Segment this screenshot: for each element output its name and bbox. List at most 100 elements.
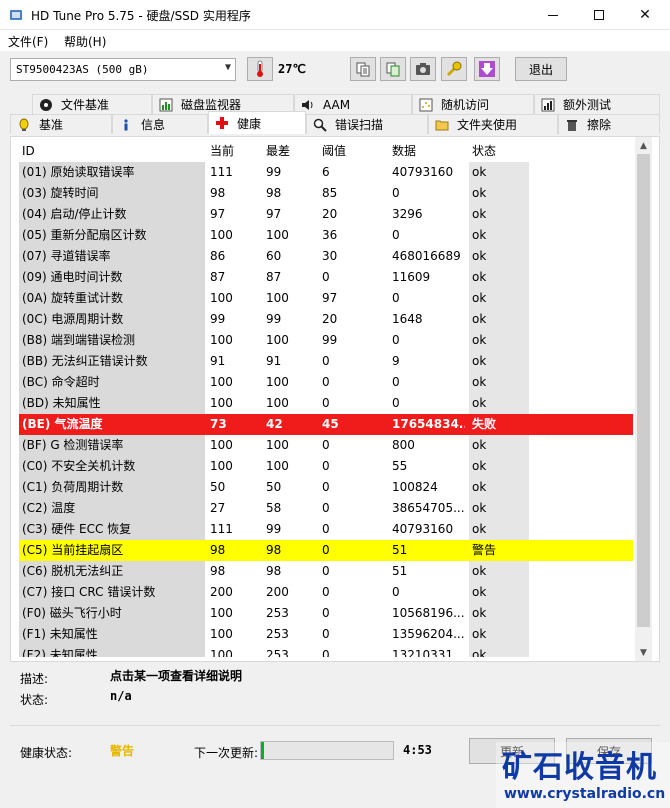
status-cell: ok (469, 183, 529, 204)
header-id[interactable]: ID (19, 141, 205, 162)
tab-folder-usage[interactable]: 文件夹使用 (428, 114, 558, 134)
threshold-value: 0 (322, 396, 330, 410)
table-row[interactable]: (F0) 磁头飞行小时 100 253 0 10568196... ok (19, 603, 633, 624)
menu-help[interactable]: 帮助(H) (64, 33, 106, 50)
scroll-down-icon[interactable]: ▼ (635, 644, 652, 661)
tab-extra-tests[interactable]: 额外测试 (534, 94, 660, 114)
table-row[interactable]: (C5) 当前挂起扇区 98 98 0 51 警告 (19, 540, 633, 561)
tab-info[interactable]: 信息 (112, 114, 208, 134)
current-value: 50 (210, 480, 226, 494)
threshold-value: 0 (322, 354, 330, 368)
table-row[interactable]: (BB) 无法纠正错误计数 91 91 0 9 ok (19, 351, 633, 372)
tab-benchmark[interactable]: 基准 (10, 114, 112, 134)
save-button[interactable] (474, 57, 500, 81)
table-row[interactable]: (BE) 气流温度 73 42 45 17654834... 失败 (19, 414, 633, 435)
header-worst[interactable]: 最差 (263, 141, 319, 162)
current-value: 111 (210, 522, 233, 536)
worst-value: 200 (266, 585, 289, 599)
table-row[interactable]: (BF) G 检测错误率 100 100 0 800 ok (19, 435, 633, 456)
options-button[interactable] (441, 57, 467, 81)
drive-select[interactable]: ST9500423AS (500 gB) ▼ (10, 58, 236, 81)
threshold-value: 20 (322, 312, 338, 326)
worst-value: 98 (266, 564, 282, 578)
table-row[interactable]: (C6) 脱机无法纠正 98 98 0 51 ok (19, 561, 633, 582)
table-row[interactable]: (BD) 未知属性 100 100 0 0 ok (19, 393, 633, 414)
raw-data: 17654834... (389, 414, 465, 435)
threshold-value: 0 (319, 540, 383, 561)
header-threshold[interactable]: 阈值 (319, 141, 383, 162)
worst-value: 98 (266, 186, 282, 200)
current-value: 100 (210, 627, 233, 641)
current-value: 100 (210, 291, 233, 305)
vertical-scrollbar[interactable]: ▲ ▼ (635, 137, 652, 661)
tab-error-scan[interactable]: 错误扫描 (306, 114, 428, 134)
tab-erase[interactable]: 擦除 (558, 114, 660, 134)
worst-value: 100 (266, 291, 289, 305)
current-value: 100 (210, 333, 233, 347)
status-cell: ok (469, 372, 529, 393)
scroll-thumb[interactable] (637, 154, 650, 627)
table-row[interactable]: (B8) 端到端错误检测 100 100 99 0 ok (19, 330, 633, 351)
worst-value: 60 (266, 249, 282, 263)
worst-value: 42 (263, 414, 319, 435)
temperature-button[interactable] (247, 57, 273, 81)
tab-health[interactable]: 健康 (208, 111, 306, 134)
attribute-id: (F1) 未知属性 (19, 624, 205, 645)
table-row[interactable]: (0A) 旋转重试计数 100 100 97 0 ok (19, 288, 633, 309)
header-data[interactable]: 数据 (389, 141, 465, 162)
minimize-button[interactable] (530, 0, 576, 30)
window-title: HD Tune Pro 5.75 - 硬盘/SSD 实用程序 (31, 9, 251, 23)
table-row[interactable]: (F1) 未知属性 100 253 0 13596204... ok (19, 624, 633, 645)
table-row[interactable]: (BC) 命令超时 100 100 0 0 ok (19, 372, 633, 393)
copy-screenshot-button[interactable] (380, 57, 406, 81)
table-row[interactable]: (01) 原始读取错误率 111 99 6 40793160 ok (19, 162, 633, 183)
table-row[interactable]: (F2) 未知属性 100 253 0 13210331... ok (19, 645, 633, 657)
current-value: 100 (210, 459, 233, 473)
table-row[interactable]: (C7) 接口 CRC 错误计数 200 200 0 0 ok (19, 582, 633, 603)
table-row[interactable]: (04) 启动/停止计数 97 97 20 3296 ok (19, 204, 633, 225)
status-cell: ok (469, 162, 529, 183)
tab-aam[interactable]: AAM (294, 94, 412, 114)
raw-data: 51 (389, 540, 465, 561)
app-icon (10, 10, 22, 20)
status-label: 状态: (20, 693, 49, 707)
close-button[interactable]: ✕ (622, 0, 668, 30)
status-cell: ok (469, 309, 529, 330)
attribute-id: (C6) 脱机无法纠正 (19, 561, 205, 582)
threshold-value: 99 (322, 333, 338, 347)
threshold-value: 0 (322, 648, 330, 657)
screenshot-button[interactable] (410, 57, 436, 81)
progress-fill (261, 742, 264, 759)
current-value: 87 (210, 270, 226, 284)
header-status[interactable]: 状态 (469, 141, 529, 162)
table-row[interactable]: (07) 寻道错误率 86 60 30 468016689 ok (19, 246, 633, 267)
raw-data: 0 (392, 291, 400, 305)
table-row[interactable]: (0C) 电源周期计数 99 99 20 1648 ok (19, 309, 633, 330)
header-current[interactable]: 当前 (207, 141, 257, 162)
temperature-value: 27℃ (278, 62, 306, 76)
table-row[interactable]: (C0) 不安全关机计数 100 100 0 55 ok (19, 456, 633, 477)
worst-value: 253 (266, 648, 289, 657)
file-benchmark-icon (39, 98, 53, 112)
copy-text-button[interactable] (350, 57, 376, 81)
health-status-label: 健康状态: (20, 746, 73, 760)
table-row[interactable]: (05) 重新分配扇区计数 100 100 36 0 ok (19, 225, 633, 246)
table-row[interactable]: (C3) 硬件 ECC 恢复 111 99 0 40793160 ok (19, 519, 633, 540)
table-row[interactable]: (C2) 温度 27 58 0 38654705... ok (19, 498, 633, 519)
exit-button[interactable]: 退出 (515, 57, 567, 81)
tab-file-benchmark[interactable]: 文件基准 (32, 94, 152, 114)
table-row[interactable]: (C1) 负荷周期计数 50 50 0 100824 ok (19, 477, 633, 498)
tab-label: 擦除 (587, 118, 612, 132)
health-cross-icon (215, 116, 229, 130)
scroll-up-icon[interactable]: ▲ (635, 137, 652, 154)
tab-random-access[interactable]: 随机访问 (412, 94, 534, 114)
attribute-id: (07) 寻道错误率 (19, 246, 205, 267)
status-cell: ok (469, 477, 529, 498)
health-status-value: 警告 (110, 744, 135, 758)
table-row[interactable]: (09) 通电时间计数 87 87 0 11609 ok (19, 267, 633, 288)
table-row[interactable]: (03) 旋转时间 98 98 85 0 ok (19, 183, 633, 204)
maximize-button[interactable] (576, 0, 622, 30)
watermark-url: www.crystalradio.cn (504, 786, 666, 802)
menu-file[interactable]: 文件(F) (8, 33, 48, 50)
attribute-id: (05) 重新分配扇区计数 (19, 225, 205, 246)
